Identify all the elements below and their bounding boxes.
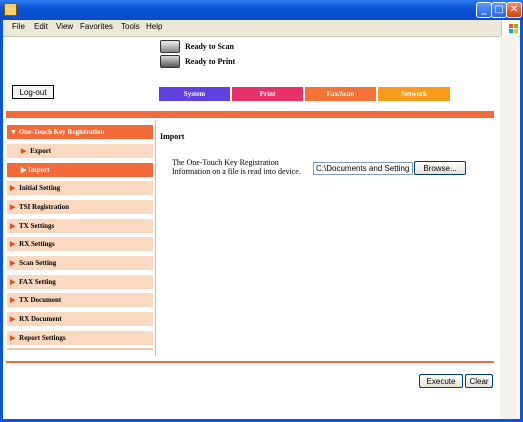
sidebar-item-label: RX Settings	[19, 240, 55, 248]
scan-status: Ready to Scan	[185, 42, 234, 51]
sidebar-item-label: Scan Setting	[19, 259, 57, 267]
arrow-icon: ▶	[10, 259, 16, 267]
tab-fax-scan[interactable]: Fax/Scan	[305, 87, 376, 101]
arrow-icon: ▶	[10, 222, 16, 230]
maximize-button[interactable]: □	[491, 2, 507, 18]
sidebar-item-report-settings[interactable]: ▶ Report Settings	[7, 331, 153, 345]
arrow-icon: ▶	[10, 184, 16, 192]
sidebar-item-tsi-registration[interactable]: ▶ TSI Registration	[7, 200, 153, 214]
page-background-right	[500, 36, 518, 419]
sidebar-item-label: TX Document	[19, 296, 62, 304]
sidebar-item-label: Import	[28, 166, 50, 174]
sidebar-divider	[155, 120, 156, 356]
window-border-left	[0, 20, 3, 422]
sidebar-item-label: Export	[30, 147, 52, 155]
sidebar-item-one-touch-key-registration[interactable]: ▼ One-Touch Key Registration	[7, 125, 153, 139]
sidebar-item-scan-setting[interactable]: ▶ Scan Setting	[7, 256, 153, 270]
sidebar-item-label: RX Document	[19, 315, 62, 323]
execute-button[interactable]: Execute	[419, 374, 463, 388]
menu-tools[interactable]: Tools	[121, 22, 140, 31]
tab-system[interactable]: System	[159, 87, 230, 101]
sidebar-item-export[interactable]: ▶ Export	[7, 144, 153, 158]
page-title: Import	[160, 132, 185, 141]
sidebar-item-import[interactable]: ▶ Import	[7, 163, 153, 177]
tab-network[interactable]: Network	[378, 87, 450, 101]
menu-bar	[0, 20, 523, 37]
sidebar-item-rx-document[interactable]: ▶ RX Document	[7, 312, 153, 326]
sidebar-item-label: Report Settings	[19, 334, 66, 342]
scanner-icon	[160, 40, 180, 53]
sidebar-item-label: Initial Setting	[19, 184, 61, 192]
minimize-button[interactable]: _	[476, 2, 492, 18]
print-status: Ready to Print	[185, 57, 236, 66]
clear-button[interactable]: Clear	[465, 374, 493, 388]
sidebar-item-label: TSI Registration	[19, 203, 69, 211]
sidebar-item-fax-setting[interactable]: ▶ FAX Setting	[7, 275, 153, 289]
menu-file[interactable]: File	[12, 22, 25, 31]
menu-edit[interactable]: Edit	[34, 22, 48, 31]
footer-divider	[6, 361, 494, 363]
arrow-icon: ▶	[10, 315, 16, 323]
arrow-icon: ▶	[10, 203, 16, 211]
logout-button[interactable]: Log-out	[12, 85, 54, 99]
printer-icon	[160, 55, 180, 68]
header-divider	[6, 111, 494, 118]
app-icon	[4, 3, 17, 16]
sidebar-item-label: TX Settings	[19, 222, 55, 230]
sidebar-item-tx-settings[interactable]: ▶ TX Settings	[7, 219, 153, 233]
file-path-input[interactable]: C:\Documents and Setting	[313, 162, 413, 175]
sidebar-item-label: One-Touch Key Registration	[18, 128, 105, 136]
arrow-icon: ▶	[21, 147, 27, 155]
import-description: The One-Touch Key Registration Informati…	[172, 158, 301, 176]
arrow-icon: ▶	[10, 278, 16, 286]
sidebar-item-tx-document[interactable]: ▶ TX Document	[7, 293, 153, 307]
tab-print[interactable]: Print	[232, 87, 303, 101]
sidebar-footer-bar	[7, 348, 153, 350]
arrow-icon: ▶	[21, 166, 27, 174]
arrow-icon: ▶	[10, 240, 16, 248]
arrow-icon: ▶	[10, 296, 16, 304]
title-bar[interactable]	[0, 0, 523, 20]
menu-help[interactable]: Help	[146, 22, 162, 31]
sidebar-item-rx-settings[interactable]: ▶ RX Settings	[7, 237, 153, 251]
menu-view[interactable]: View	[56, 22, 73, 31]
sidebar-item-label: FAX Setting	[19, 278, 56, 286]
menu-favorites[interactable]: Favorites	[80, 22, 113, 31]
arrow-icon: ▶	[10, 334, 16, 342]
sidebar-item-initial-setting[interactable]: ▶ Initial Setting	[7, 181, 153, 195]
expand-arrow-icon: ▼	[10, 128, 17, 136]
browse-button[interactable]: Browse...	[414, 161, 466, 175]
close-button[interactable]: ✕	[506, 2, 522, 18]
